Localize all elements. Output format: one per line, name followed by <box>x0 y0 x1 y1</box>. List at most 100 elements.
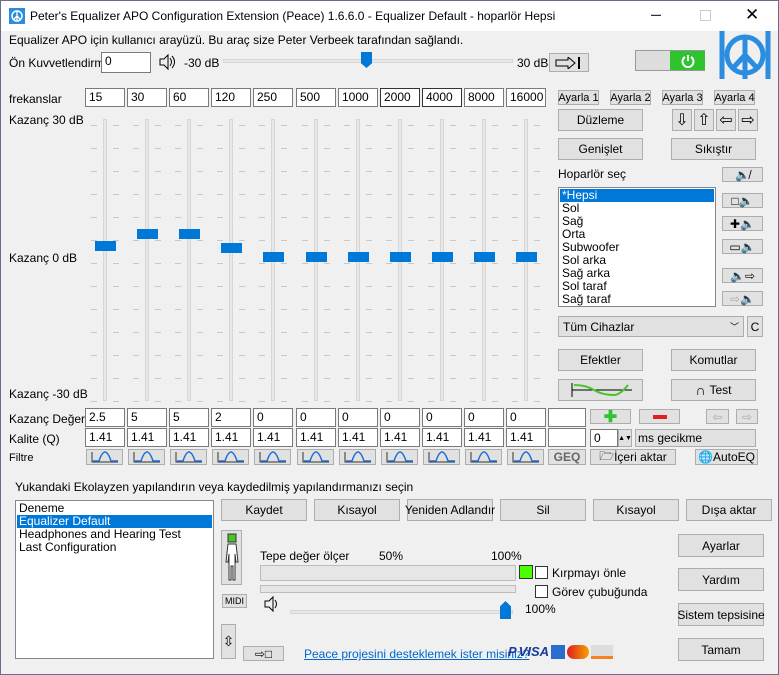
filter-type-button[interactable] <box>381 449 418 465</box>
filter-type-button[interactable] <box>170 449 207 465</box>
speaker-solo-button[interactable]: □🔈 <box>722 193 763 208</box>
up-button[interactable]: ⇧ <box>694 109 714 131</box>
effects-button[interactable]: Efektler <box>558 349 643 371</box>
scroll-right-button[interactable]: ⇨ <box>736 409 758 424</box>
filter-type-button[interactable] <box>339 449 376 465</box>
speaker-copy-button[interactable]: 🔈⇨ <box>722 268 763 283</box>
gain-input[interactable]: 5 <box>169 408 209 427</box>
gain-slider-track[interactable] <box>229 119 233 401</box>
gain-slider-thumb[interactable] <box>137 229 158 239</box>
filter-type-button[interactable] <box>128 449 165 465</box>
config-item[interactable]: Last Configuration <box>17 541 212 554</box>
delete-button[interactable]: Sil <box>500 499 586 521</box>
filter-type-button[interactable] <box>86 449 123 465</box>
frequency-input[interactable]: 1000 <box>338 88 378 107</box>
gain-slider-thumb[interactable] <box>474 252 495 262</box>
gain-slider-thumb[interactable] <box>390 252 411 262</box>
frequency-input[interactable]: 60 <box>169 88 209 107</box>
speaker-icon[interactable] <box>158 53 176 71</box>
expand-button[interactable]: Genişlet <box>558 138 643 160</box>
compress-button[interactable]: Sıkıştır <box>671 138 756 160</box>
gain-slider-thumb[interactable] <box>179 229 200 239</box>
speaker-paste-button[interactable]: ⇨🔈 <box>722 291 763 306</box>
export-icon-button[interactable]: ⇨□ <box>243 646 284 661</box>
down-button[interactable]: ⇩ <box>672 109 692 131</box>
speaker-item[interactable]: *Hepsi <box>560 189 714 202</box>
frequency-input[interactable]: 16000 <box>506 88 546 107</box>
frequency-input[interactable]: 15 <box>85 88 125 107</box>
scroll-left-button[interactable]: ⇦ <box>706 409 729 424</box>
shortcut-button-2[interactable]: Kısayol <box>593 499 679 521</box>
commands-button[interactable]: Komutlar <box>671 349 756 371</box>
gain-input[interactable]: 0 <box>422 408 462 427</box>
delay-input[interactable]: 0 <box>590 429 618 447</box>
ok-button[interactable]: Tamam <box>678 638 764 661</box>
gain-slider-thumb[interactable] <box>263 252 284 262</box>
speaker-list[interactable]: *Hepsi Sol Sağ Orta Subwoofer Sol arka Sağ ark… <box>558 187 716 307</box>
export-button[interactable]: Dışa aktar <box>686 499 772 521</box>
save-button[interactable]: Kaydet <box>221 499 307 521</box>
shortcut-button[interactable]: Kısayol <box>314 499 400 521</box>
preset-button-4[interactable]: Ayarla 4 <box>714 90 755 105</box>
filter-type-button[interactable] <box>507 449 544 465</box>
gain-input[interactable]: 0 <box>464 408 504 427</box>
speaker-add-button[interactable]: ✚🔈 <box>722 216 763 231</box>
curve-button[interactable] <box>558 379 643 401</box>
gain-slider-track[interactable] <box>187 119 191 401</box>
help-button[interactable]: Yardım <box>678 568 764 591</box>
q-input[interactable]: 1.41 <box>338 428 378 447</box>
gain-slider-thumb[interactable] <box>516 252 537 262</box>
clip-checkbox[interactable] <box>535 566 548 579</box>
device-dropdown[interactable]: Tüm Cihazlar ﹀ <box>558 316 744 337</box>
frequency-input[interactable]: 500 <box>296 88 336 107</box>
flatten-button[interactable]: Düzleme <box>558 109 643 131</box>
filter-type-button[interactable] <box>423 449 460 465</box>
gain-slider-thumb[interactable] <box>432 252 453 262</box>
q-input[interactable]: 1.41 <box>464 428 504 447</box>
gain-input[interactable]: 5 <box>127 408 167 427</box>
donate-link[interactable]: Peace projesini desteklemek ister misini… <box>304 647 529 661</box>
volume-slider-thumb[interactable] <box>500 601 511 619</box>
close-button[interactable]: ✕ <box>745 5 759 25</box>
speaker-remove-button[interactable]: ▭🔈 <box>722 239 763 254</box>
q-input-extra[interactable] <box>548 428 586 447</box>
gain-input[interactable]: 0 <box>253 408 293 427</box>
power-toggle[interactable] <box>635 50 705 71</box>
q-input[interactable]: 1.41 <box>127 428 167 447</box>
config-list[interactable]: Deneme Equalizer Default Headphones and He… <box>15 500 214 659</box>
gain-slider-thumb[interactable] <box>348 252 369 262</box>
maximize-button[interactable] <box>700 10 711 21</box>
frequency-input[interactable]: 4000 <box>422 88 462 107</box>
preset-button-3[interactable]: Ayarla 3 <box>662 90 703 105</box>
test-button[interactable]: ∩ Test <box>671 379 756 401</box>
q-input[interactable]: 1.41 <box>506 428 546 447</box>
remove-band-button[interactable] <box>639 409 680 424</box>
preset-button-2[interactable]: Ayarla 2 <box>610 90 651 105</box>
q-input[interactable]: 1.41 <box>211 428 251 447</box>
q-input[interactable]: 1.41 <box>422 428 462 447</box>
taskbar-checkbox[interactable] <box>535 585 548 598</box>
mute-toggle-button[interactable]: 🔈̸ <box>722 167 763 182</box>
frequency-input[interactable]: 2000 <box>380 88 420 107</box>
q-input[interactable]: 1.41 <box>253 428 293 447</box>
preamp-input[interactable]: 0 <box>101 52 151 73</box>
add-band-button[interactable]: ✚ <box>590 409 631 426</box>
tray-button[interactable]: Sistem tepsisine <box>677 603 765 626</box>
q-input[interactable]: 1.41 <box>169 428 209 447</box>
gain-input[interactable]: 0 <box>296 408 336 427</box>
q-input[interactable]: 1.41 <box>296 428 336 447</box>
q-input[interactable]: 1.41 <box>380 428 420 447</box>
frequency-input[interactable]: 30 <box>127 88 167 107</box>
gain-slider-thumb[interactable] <box>95 240 116 251</box>
filter-type-button[interactable] <box>212 449 249 465</box>
geq-button[interactable]: GEQ <box>548 449 586 465</box>
gain-input[interactable]: 2.5 <box>85 408 125 427</box>
left-button[interactable]: ⇦ <box>716 109 736 131</box>
gain-input[interactable]: 2 <box>211 408 251 427</box>
minimize-button[interactable]: – <box>651 4 661 25</box>
frequency-input[interactable]: 250 <box>253 88 293 107</box>
gain-slider-track[interactable] <box>145 119 149 401</box>
gain-input-extra[interactable] <box>548 408 586 427</box>
preset-button-1[interactable]: Ayarla 1 <box>558 90 599 105</box>
filter-type-button[interactable] <box>254 449 291 465</box>
